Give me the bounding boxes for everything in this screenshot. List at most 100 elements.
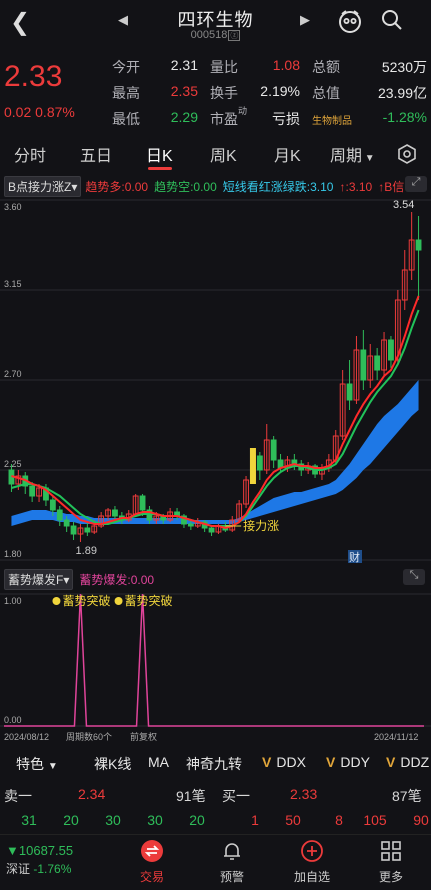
quote-label: 市盈: [210, 111, 238, 127]
quote-label: 最低: [112, 111, 140, 127]
indicator-bare-k[interactable]: 裸K线: [94, 754, 131, 774]
indicator-ddy[interactable]: V DDY: [326, 754, 370, 770]
quote-label: 最高: [112, 85, 140, 101]
tab-monthly-k[interactable]: 月K: [274, 142, 301, 166]
index-value: ▼10687.55: [6, 843, 96, 858]
candle: [243, 476, 249, 508]
header-bar: ❮ ◀ 四环生物 000518 ⓩ ▶: [0, 0, 431, 46]
candle: [256, 452, 263, 480]
sub-indicator-legend: 蓄势爆发F▾ 蓄势爆发:0.00: [4, 569, 154, 590]
price-change: 0.02 0.87%: [4, 104, 75, 120]
tab-daily-k[interactable]: 日K: [146, 142, 173, 166]
candle: [270, 436, 277, 468]
sell-queue-item: 30: [147, 812, 163, 828]
candle: [84, 522, 91, 536]
nav-add-watchlist[interactable]: 加自选: [282, 839, 342, 885]
quote-value: 2.31: [170, 57, 198, 73]
settings-icon[interactable]: [396, 143, 418, 165]
indicator-ddz-label: DDZ: [400, 754, 430, 770]
ma-line-red: [11, 295, 420, 530]
vip-icon: V: [262, 754, 272, 770]
buy-queue-item: 105: [363, 812, 387, 828]
bottom-nav: ▼10687.55 深证 -1.76% 交易 预警 加自选 更多: [0, 834, 431, 890]
candle: [360, 330, 367, 390]
next-stock-icon[interactable]: ▶: [300, 12, 310, 28]
candle: [415, 216, 422, 300]
ma-line-green: [11, 309, 420, 527]
candle: [388, 336, 394, 368]
candle: [401, 250, 408, 310]
feature-dropdown[interactable]: 特色 ▼: [16, 754, 58, 774]
vip-icon: V: [386, 754, 396, 770]
current-price: 2.33: [4, 60, 63, 93]
tab-weekly-k[interactable]: 周K: [210, 142, 237, 166]
sub-indicator-chart[interactable]: 1.00 0.00 蓄势突破 蓄势突破 2024/08/12 周期数60个 前复权 2024/…: [0, 588, 431, 746]
candle: [319, 464, 325, 480]
candle: [346, 360, 353, 410]
candle: [201, 520, 208, 532]
nav-trade[interactable]: 交易: [122, 839, 182, 885]
indicator-ddz[interactable]: V DDZ: [386, 754, 429, 770]
search-icon[interactable]: [380, 8, 404, 32]
candle: [77, 524, 84, 542]
buy-one-price: 2.33: [290, 786, 318, 802]
x-axis-label: 前复权: [130, 731, 157, 742]
caret-down-icon: ▼: [362, 153, 375, 164]
index-ticker[interactable]: ▼10687.55 深证 -1.76%: [6, 843, 96, 877]
stock-code-text: 000518: [190, 29, 228, 41]
quote-label: 总额: [312, 59, 340, 75]
buy-queue: 1 50 8 105 90: [215, 812, 431, 830]
indicator-nine-turn[interactable]: 神奇九转: [186, 754, 242, 774]
plus-circle-icon: [301, 840, 323, 862]
nav-add-label: 加自选: [293, 870, 330, 884]
sell-queue-item: 31: [21, 812, 37, 828]
down-arrow-icon: ▼: [6, 843, 19, 858]
expand-sub-icon[interactable]: ⤡: [403, 569, 425, 585]
index-value-text: 10687.55: [18, 843, 74, 858]
buy-queue-item: 8: [335, 812, 343, 828]
candle: [374, 348, 381, 380]
candle: [70, 522, 77, 540]
nav-more[interactable]: 更多: [361, 839, 421, 885]
quote-label: 总值: [312, 85, 340, 101]
quote-value: -1.28%: [382, 109, 427, 125]
grid-icon: [381, 841, 401, 861]
nav-alert[interactable]: 预警: [202, 839, 262, 885]
buy-queue-item: 50: [285, 812, 301, 828]
quote-label: 量比: [210, 59, 238, 75]
svg-text:蓄势突破: 蓄势突破: [125, 593, 173, 608]
tab-period[interactable]: 周期 ▼: [330, 142, 375, 166]
expand-icon[interactable]: ⤢: [405, 176, 427, 192]
y-tick-label: 3.60: [4, 202, 22, 212]
candle: [298, 460, 305, 476]
high-price-label: 3.54: [393, 199, 414, 211]
tab-five-day[interactable]: 五日: [80, 142, 112, 166]
sub-indicator-selector[interactable]: 蓄势爆发F▾: [4, 569, 74, 590]
vip-icon: V: [326, 754, 336, 770]
mascot-icon[interactable]: [337, 8, 363, 34]
indicator-ma[interactable]: MA: [148, 754, 169, 770]
indicator-ddx-label: DDX: [276, 754, 306, 770]
quote-value: 1.08: [272, 57, 300, 73]
change-pct: 0.87%: [35, 104, 75, 120]
tab-intraday[interactable]: 分时: [14, 142, 46, 166]
signal-bar: [249, 448, 256, 484]
candle: [353, 336, 360, 404]
sell-queue-item: 20: [63, 812, 79, 828]
quote-label: 生物制品: [312, 116, 352, 127]
quote-value: 2.19%: [260, 83, 300, 99]
indicator-ddy-label: DDY: [340, 754, 370, 770]
indicator-ddx[interactable]: V DDX: [262, 754, 306, 770]
candle: [56, 506, 63, 526]
index-change: -1.76%: [33, 862, 72, 876]
exchange-icon: [141, 840, 163, 862]
sub-y-tick-label: 0.00: [4, 715, 22, 725]
candlestick-chart[interactable]: 3.60 3.15 2.70 2.25 1.80 3.54 1.89 接力涨财: [0, 192, 431, 568]
sell-one-price: 2.34: [78, 786, 106, 802]
candle: [112, 506, 118, 520]
active-tab-underline: [148, 167, 172, 170]
quote-value: 2.29: [170, 109, 198, 125]
caret-down-icon: ▼: [47, 761, 58, 772]
sell-queue-item: 30: [105, 812, 121, 828]
change-abs: 0.02: [4, 104, 32, 120]
